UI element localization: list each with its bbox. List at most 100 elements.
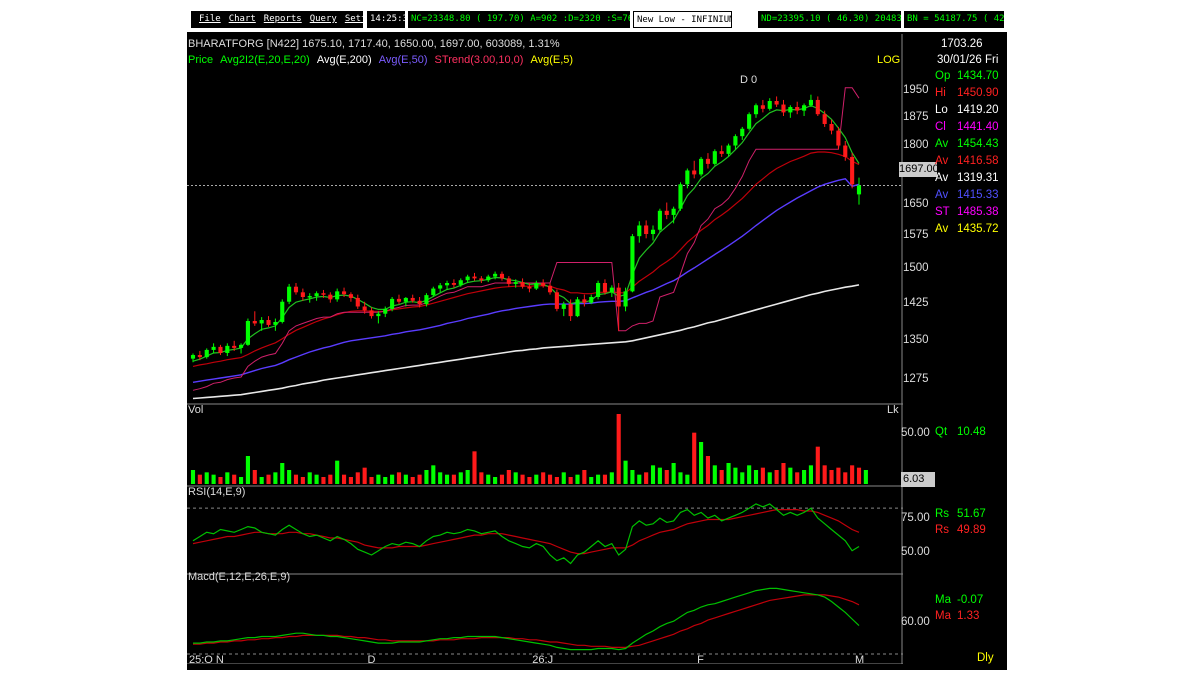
- candle-body: [760, 105, 765, 109]
- volume-bar: [431, 465, 436, 484]
- banknifty-ticker[interactable]: BN = 54187.75 ( 429.90): [904, 11, 1004, 28]
- menu-chart[interactable]: Chart: [229, 14, 256, 24]
- interval-toggle[interactable]: Dly: [977, 652, 994, 664]
- legend-strend[interactable]: STrend(3.00,10,0): [435, 54, 524, 66]
- side-last: 1703.26: [941, 38, 983, 50]
- candle-body: [287, 286, 292, 302]
- volume-bar: [788, 467, 793, 484]
- candle-body: [245, 320, 250, 345]
- price-tick-label: 1350: [903, 333, 929, 346]
- series-avg5: [192, 104, 860, 362]
- candle-body: [726, 145, 731, 154]
- series-strend: [192, 87, 860, 391]
- candle-body: [499, 273, 505, 279]
- side-value-row: ST 1485.38: [935, 206, 999, 218]
- legend-price[interactable]: Price: [188, 54, 213, 66]
- volume-bar: [444, 474, 450, 484]
- macd-label: Macd(E,12,E,26,E,9): [188, 571, 291, 583]
- volume-bar: [671, 463, 676, 484]
- candle-body: [335, 291, 340, 300]
- volume-bar: [740, 472, 745, 484]
- volume-bar: [341, 474, 347, 484]
- volume-bar: [410, 477, 415, 484]
- side-value-row: Lo 1419.20: [935, 104, 999, 116]
- volume-bar: [541, 472, 546, 484]
- volume-bar: [774, 470, 779, 484]
- price-tick-label: 1425: [903, 297, 929, 310]
- volume-bar: [321, 477, 326, 484]
- candle-body: [733, 136, 738, 146]
- volume-bar: [280, 463, 285, 484]
- candle-body: [589, 296, 594, 303]
- legend-avg5[interactable]: Avg(E,5): [530, 54, 573, 66]
- candle-body: [417, 300, 422, 305]
- candle-body: [609, 287, 614, 293]
- candle-body: [369, 310, 374, 317]
- volume-bar: [197, 474, 202, 484]
- volume-bar: [616, 414, 621, 484]
- volume-bar: [259, 477, 264, 484]
- series-avg20: [192, 151, 860, 367]
- price-panel: [187, 34, 903, 664]
- series-avg50: [192, 178, 860, 383]
- rsi-axis-75: 75.00: [901, 512, 930, 524]
- log-toggle[interactable]: LOG: [877, 54, 900, 66]
- volume-bar: [863, 470, 868, 484]
- volume-bar: [520, 474, 525, 484]
- volume-bar: [726, 463, 731, 484]
- volume-bar: [685, 474, 690, 484]
- volume-bar: [273, 472, 278, 484]
- candle-body: [623, 291, 628, 307]
- vol-tag: 6.03: [901, 472, 935, 487]
- candle-body: [403, 297, 408, 302]
- volume-bar: [472, 451, 477, 484]
- candle-body: [547, 285, 553, 293]
- chart-canvas[interactable]: [187, 34, 903, 664]
- nifty-ticker[interactable]: NC=23348.80 ( 197.70) A=902 :D=2320 :S=7…: [408, 11, 630, 28]
- candle-body: [341, 291, 347, 295]
- volume-bar: [376, 474, 381, 484]
- candle-body: [644, 225, 649, 235]
- scanner-select[interactable]: New Low - INFINIUM SM: [633, 11, 732, 28]
- menu-file[interactable]: File: [199, 14, 221, 24]
- macd-panel: [187, 587, 903, 655]
- volume-bar: [808, 465, 813, 484]
- rsi-panel: [187, 503, 903, 565]
- legend-avg2[interactable]: Avg2I2(E,20,E,20): [220, 54, 310, 66]
- candle-body: [190, 355, 196, 359]
- side-value-row: Av 1416.58: [935, 155, 999, 167]
- candle-body: [719, 151, 724, 154]
- volume-bar: [733, 467, 738, 484]
- candle-body: [637, 225, 642, 237]
- menu-query[interactable]: Query: [310, 14, 337, 24]
- menu-reports[interactable]: Reports: [264, 14, 302, 24]
- volume-bar: [561, 472, 566, 484]
- series-macd-signal: [193, 594, 860, 649]
- volume-bar: [589, 477, 594, 484]
- volume-bar: [451, 474, 456, 484]
- candle-body: [836, 130, 841, 146]
- candle-body: [829, 123, 834, 131]
- volume-bar: [396, 472, 402, 484]
- candle-body: [493, 273, 498, 277]
- candle-body: [685, 170, 690, 185]
- volume-bar: [692, 432, 697, 484]
- legend-avg50[interactable]: Avg(E,50): [379, 54, 428, 66]
- volume-bar: [747, 465, 752, 484]
- nd-ticker[interactable]: ND=23395.10 ( 46.30) 20483253 Cr.: [758, 11, 901, 28]
- volume-bar: [781, 463, 786, 484]
- candle-body: [479, 278, 484, 281]
- candle-body: [692, 170, 697, 175]
- volume-bar: [499, 474, 505, 484]
- candle-body: [280, 301, 285, 322]
- x-tick-label: 25:O N: [189, 654, 224, 666]
- vol-unit: Lk: [887, 404, 899, 416]
- volume-bar: [699, 442, 704, 484]
- legend-avg200[interactable]: Avg(E,200): [317, 54, 372, 66]
- indicator-legend: Price Avg2I2(E,20,E,20) Avg(E,200) Avg(E…: [188, 54, 573, 66]
- candle-body: [747, 114, 752, 129]
- side-value-row: Op 1434.70: [935, 70, 999, 82]
- volume-bar: [767, 472, 772, 484]
- volume-bar: [287, 470, 292, 484]
- candle-body: [458, 280, 463, 285]
